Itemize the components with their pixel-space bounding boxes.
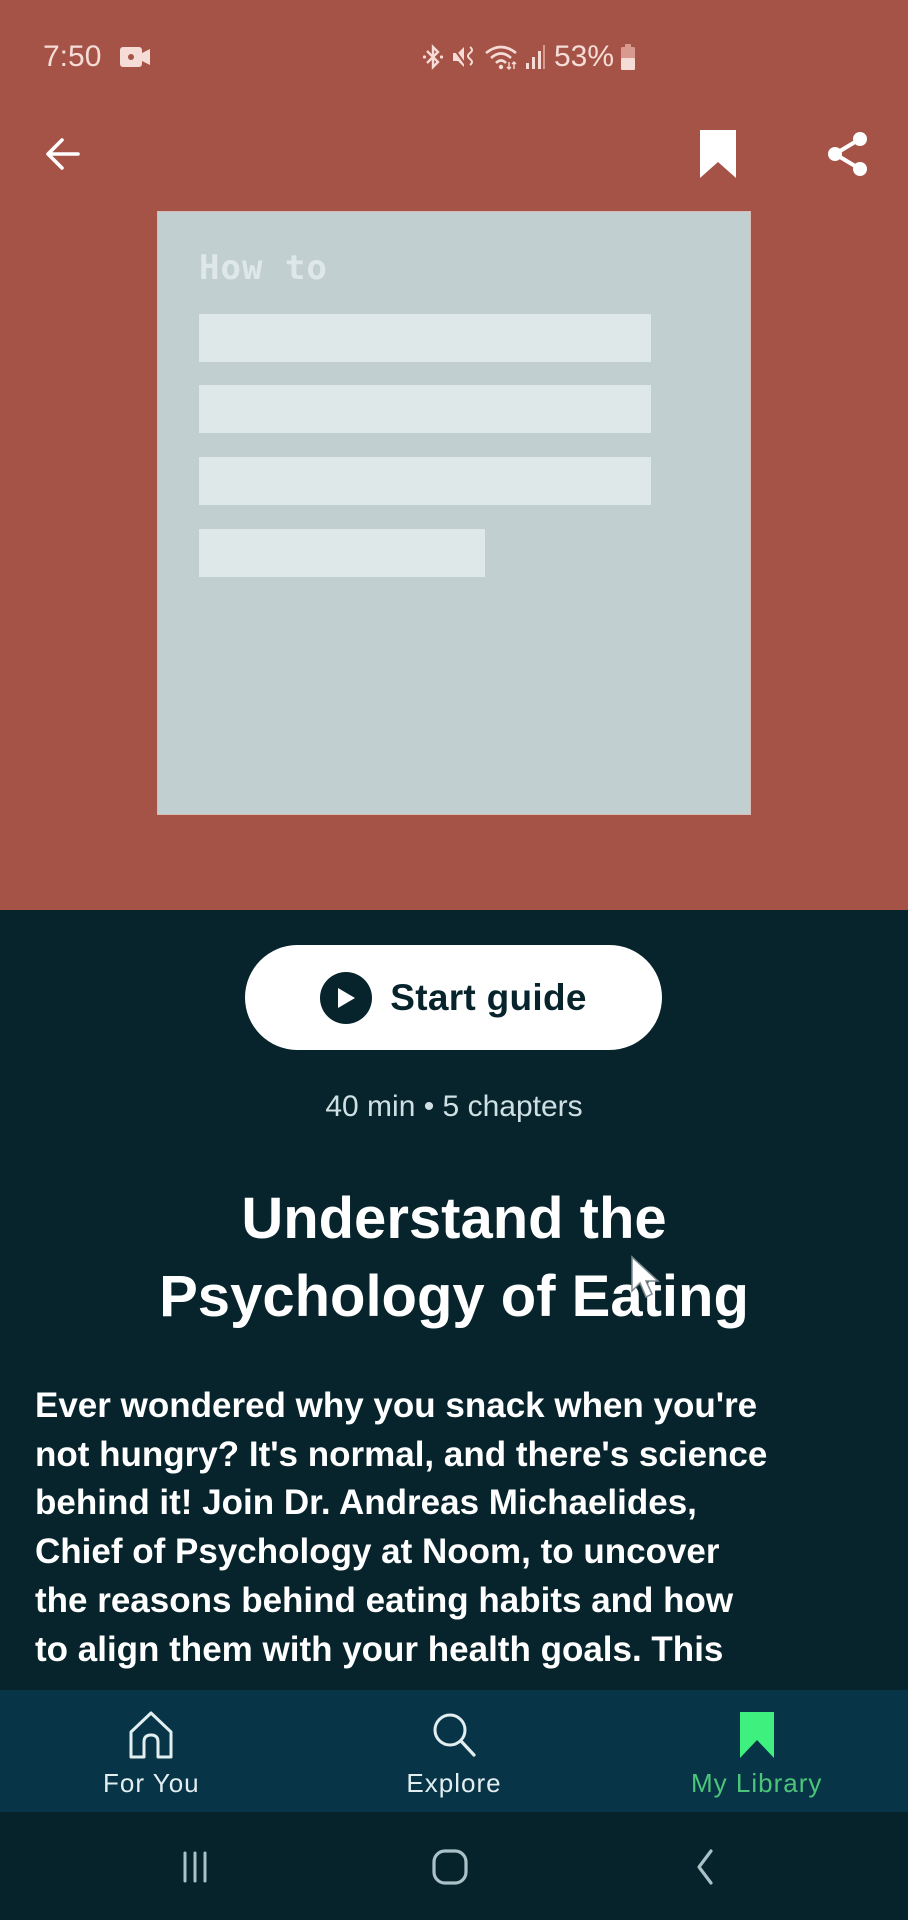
bookmark-button[interactable] [690, 124, 746, 184]
battery-percent: 53% [554, 40, 615, 73]
description-line: Ever wondered why you snack when you're [35, 1386, 758, 1425]
description-line: Chief of Psychology at Noom, to uncover [35, 1532, 720, 1572]
cover-placeholder-line [199, 457, 651, 505]
arrow-left-icon [46, 138, 80, 170]
bluetooth-icon [422, 44, 444, 70]
bookmark-icon [739, 1712, 774, 1758]
home-circle-icon [432, 1849, 468, 1885]
guide-title-line: Understand the [241, 1186, 667, 1251]
description-line: not hungry? It's normal, and there's sci… [35, 1434, 768, 1474]
description-line: to align them with your health goals. Th… [35, 1629, 724, 1669]
cover-placeholder-line [199, 314, 651, 362]
guide-title-line: Psychology of Eating [159, 1264, 749, 1329]
recent-apps-icon [183, 1851, 207, 1883]
guide-cover-image: How to [158, 212, 750, 814]
start-guide-label: Start guide [390, 976, 587, 1018]
back-button[interactable] [28, 126, 96, 182]
system-navigation-bar [0, 1812, 908, 1920]
mouse-cursor-icon [631, 1255, 660, 1299]
video-record-icon [120, 47, 150, 67]
system-back-button[interactable] [675, 1842, 735, 1892]
nav-label: My Library [691, 1768, 823, 1798]
status-bar: 7:50 53% [0, 30, 908, 84]
cover-placeholder-line [199, 529, 485, 577]
cover-placeholder-line [199, 385, 651, 433]
nav-item-for-you[interactable]: For You [0, 1690, 303, 1812]
battery-icon [621, 44, 636, 70]
start-guide-button[interactable]: Start guide [245, 945, 662, 1050]
share-button[interactable] [818, 126, 878, 182]
wifi-icon [485, 45, 517, 70]
bookmark-filled-icon [700, 130, 736, 178]
home-button[interactable] [420, 1842, 480, 1892]
home-icon [129, 1711, 173, 1759]
description-line: behind it! Join Dr. Andreas Michaelides, [35, 1483, 697, 1523]
nav-item-my-library[interactable]: My Library [605, 1690, 908, 1812]
mute-vibrate-icon [451, 45, 473, 69]
nav-label: For You [103, 1768, 200, 1798]
cover-label: How to [199, 248, 328, 288]
nav-label: Explore [406, 1768, 502, 1798]
signal-icon [526, 45, 545, 69]
nav-item-explore[interactable]: Explore [303, 1690, 606, 1812]
share-icon [828, 132, 867, 176]
status-time: 7:50 [43, 40, 102, 73]
guide-description: Ever wondered why you snack when you're … [35, 1382, 883, 1674]
recent-apps-button[interactable] [165, 1842, 225, 1892]
play-circle-icon [320, 971, 373, 1024]
hero-section: 7:50 53% How to [0, 0, 908, 910]
description-line: the reasons behind eating habits and how [35, 1580, 734, 1620]
guide-meta: 40 min • 5 chapters [325, 1090, 583, 1123]
search-icon [433, 1713, 476, 1757]
status-icons: 53% [422, 40, 636, 74]
back-chevron-icon [697, 1849, 713, 1885]
bottom-nav: For You Explore My Library [0, 1690, 908, 1812]
guide-title: Understand the Psychology of Eating [40, 1180, 868, 1336]
